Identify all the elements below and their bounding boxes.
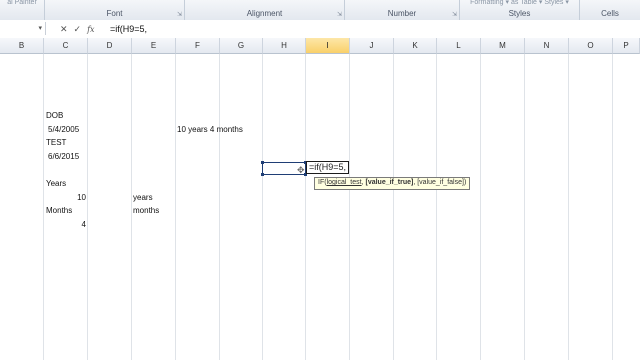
column-header-o[interactable]: O <box>569 38 613 54</box>
grid-line <box>612 54 613 360</box>
ribbon-group-cells: Cells <box>580 0 640 20</box>
ribbon: al Painter Font ⇲ Alignment ⇲ Number ⇲ F… <box>0 0 640 21</box>
selection-handle[interactable] <box>261 173 264 176</box>
font-dialog-launcher-icon[interactable]: ⇲ <box>177 11 182 18</box>
cell-age-result[interactable]: 10 years 4 months <box>177 125 243 135</box>
cell-months-unit[interactable]: months <box>133 206 159 216</box>
column-header-f[interactable]: F <box>176 38 220 54</box>
cell-years-label[interactable]: Years <box>46 179 66 189</box>
grid-line <box>305 54 306 360</box>
insert-function-icon[interactable]: fx <box>87 25 94 34</box>
grid-line <box>393 54 394 360</box>
styles-group-label: Styles <box>508 9 531 18</box>
grid-line <box>436 54 437 360</box>
grid-line <box>43 54 44 360</box>
format-painter-label[interactable]: al Painter <box>0 0 44 6</box>
column-header-i[interactable]: I <box>306 38 350 54</box>
active-cell-editor[interactable]: =if(H9=5, <box>306 161 350 174</box>
grid-line <box>131 54 132 360</box>
grid-line <box>219 54 220 360</box>
grid-line <box>480 54 481 360</box>
font-group-label: Font <box>106 9 123 18</box>
column-header-p[interactable]: P <box>613 38 640 54</box>
cell-dob-value[interactable]: 5/4/2005 <box>48 125 79 135</box>
name-box-dropdown-icon[interactable]: ▾ <box>38 25 42 32</box>
cancel-icon[interactable]: ✕ <box>60 24 68 35</box>
formula-buttons: ✕ ✓ fx <box>60 23 95 35</box>
column-header-k[interactable]: K <box>394 38 437 54</box>
cell-months-label[interactable]: Months <box>46 206 72 216</box>
selection-handle[interactable] <box>261 161 264 164</box>
column-header-b[interactable]: B <box>0 38 44 54</box>
column-header-d[interactable]: D <box>88 38 132 54</box>
ribbon-group-number: Number ⇲ <box>345 0 460 20</box>
alignment-group-label: Alignment <box>246 9 283 18</box>
cell-years-value[interactable]: 10 <box>44 193 86 203</box>
grid-line <box>349 54 350 360</box>
column-header-g[interactable]: G <box>220 38 263 54</box>
cell-years-unit[interactable]: years <box>133 193 153 203</box>
cell-test-label[interactable]: TEST <box>46 138 66 148</box>
column-header-j[interactable]: J <box>350 38 394 54</box>
formula-bar: ▾ ✕ ✓ fx =if(H9=5, <box>0 20 640 39</box>
column-header-c[interactable]: C <box>44 38 88 54</box>
column-header-l[interactable]: L <box>437 38 481 54</box>
enter-icon[interactable]: ✓ <box>74 24 82 35</box>
cells-group-label: Cells <box>601 9 619 18</box>
ribbon-group-font: Font ⇲ <box>45 0 185 20</box>
number-dialog-launcher-icon[interactable]: ⇲ <box>452 11 457 18</box>
function-tooltip: IF(logical_test, [value_if_true], [value… <box>314 177 471 190</box>
tooltip-arg-logical-test[interactable]: logical_test <box>327 179 362 186</box>
cell-dob-label[interactable]: DOB <box>46 111 63 121</box>
column-header-n[interactable]: N <box>525 38 569 54</box>
tooltip-arg-value-if-false[interactable]: [value_if_false] <box>417 179 464 186</box>
cell-months-value[interactable]: 4 <box>44 220 86 230</box>
cross-cursor-icon: ✥ <box>297 165 305 175</box>
column-header-h[interactable]: H <box>263 38 306 54</box>
cell-test-value[interactable]: 6/6/2015 <box>48 152 79 162</box>
grid-line <box>524 54 525 360</box>
column-header-e[interactable]: E <box>132 38 176 54</box>
tooltip-function-name[interactable]: IF( <box>318 179 327 186</box>
tooltip-arg-value-if-true[interactable]: [value_if_true] <box>365 179 413 186</box>
number-group-label: Number <box>387 9 417 18</box>
column-header-m[interactable]: M <box>481 38 525 54</box>
grid-line <box>262 54 263 360</box>
ribbon-group-clipboard: al Painter <box>0 0 45 20</box>
ribbon-group-alignment: Alignment ⇲ <box>185 0 345 20</box>
styles-buttons-label[interactable]: Formatting ▾ as Table ▾ Styles ▾ <box>460 0 579 6</box>
alignment-dialog-launcher-icon[interactable]: ⇲ <box>337 11 342 18</box>
grid-line <box>87 54 88 360</box>
tooltip-close: ) <box>463 179 467 186</box>
formula-input[interactable]: =if(H9=5, <box>110 23 147 35</box>
grid-line <box>175 54 176 360</box>
ribbon-group-styles: Formatting ▾ as Table ▾ Styles ▾ Styles <box>460 0 580 20</box>
grid-line <box>568 54 569 360</box>
name-box[interactable]: ▾ <box>0 22 46 35</box>
